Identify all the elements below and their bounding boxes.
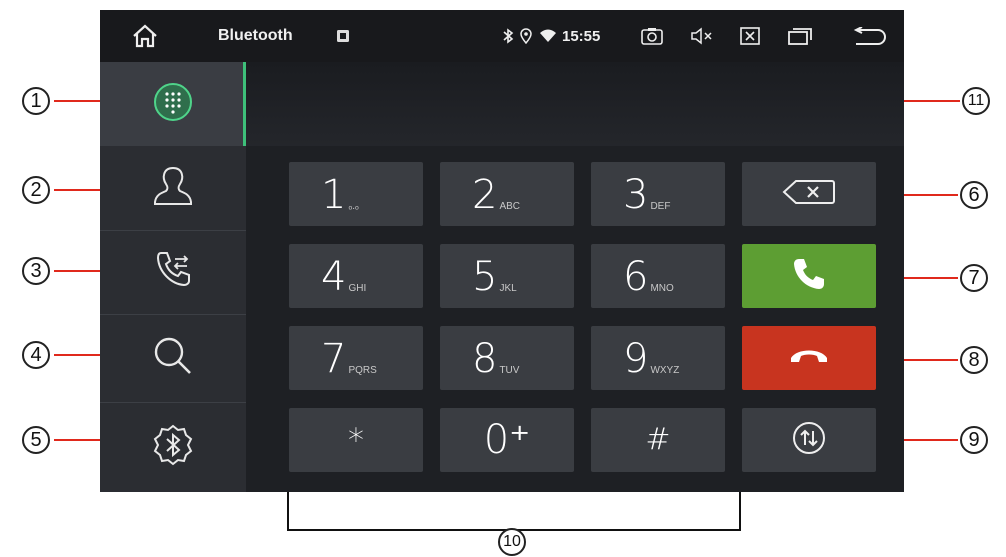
search-icon bbox=[152, 335, 194, 382]
key-2[interactable]: 2 ABC bbox=[440, 162, 574, 226]
backspace-icon bbox=[782, 179, 836, 210]
callout-4: 4 bbox=[22, 341, 50, 369]
hangup-button[interactable] bbox=[742, 326, 876, 390]
key-hash[interactable]: # bbox=[591, 408, 725, 472]
key-5[interactable]: 5 JKL bbox=[440, 244, 574, 308]
key-star[interactable]: * bbox=[289, 408, 423, 472]
dialpad-icon bbox=[153, 82, 193, 127]
callout-11: 11 bbox=[962, 87, 990, 115]
sidebar-item-search[interactable] bbox=[100, 314, 246, 402]
callout-9: 9 bbox=[960, 426, 988, 454]
wifi-icon bbox=[540, 10, 556, 62]
key-0[interactable]: 0⁺ bbox=[440, 408, 574, 472]
callout-7: 7 bbox=[960, 264, 988, 292]
home-icon[interactable] bbox=[132, 10, 158, 62]
sidebar-item-contacts[interactable] bbox=[100, 146, 246, 230]
number-display bbox=[246, 62, 904, 146]
clock-time: 15:55 bbox=[562, 27, 601, 45]
back-icon[interactable] bbox=[852, 10, 886, 62]
call-button[interactable] bbox=[742, 244, 876, 308]
key-7[interactable]: 7 PQRS bbox=[289, 326, 423, 390]
notification-icon bbox=[336, 10, 350, 62]
callout-3: 3 bbox=[22, 257, 50, 285]
key-1[interactable]: 1 ₒ.ₒ bbox=[289, 162, 423, 226]
key-8[interactable]: 8 TUV bbox=[440, 326, 574, 390]
backspace-button[interactable] bbox=[742, 162, 876, 226]
callout-10: 10 bbox=[498, 528, 526, 556]
close-app-icon[interactable] bbox=[740, 10, 760, 62]
bluetooth-settings-icon bbox=[151, 423, 195, 472]
transfer-audio-button[interactable] bbox=[742, 408, 876, 472]
hangup-icon bbox=[789, 346, 829, 371]
location-icon bbox=[520, 10, 532, 62]
callout-5: 5 bbox=[22, 426, 50, 454]
call-icon bbox=[792, 257, 826, 296]
key-6[interactable]: 6 MNO bbox=[591, 244, 725, 308]
transfer-audio-icon bbox=[792, 421, 826, 460]
contacts-icon bbox=[152, 164, 194, 213]
callout-1: 1 bbox=[22, 87, 50, 115]
bluetooth-icon bbox=[502, 10, 514, 62]
key-9[interactable]: 9 WXYZ bbox=[591, 326, 725, 390]
sidebar-item-dialpad[interactable] bbox=[100, 62, 246, 146]
voicemail-label: ₒ.ₒ bbox=[348, 201, 359, 212]
head-unit-screen: Bluetooth 15:55 1 ₒ.ₒ 2 ABC 3 DEF 4 GHI … bbox=[100, 10, 904, 492]
mute-icon[interactable] bbox=[690, 10, 714, 62]
call-log-icon bbox=[153, 249, 193, 296]
sidebar-item-call-log[interactable] bbox=[100, 230, 246, 314]
sidebar-item-bluetooth-settings[interactable] bbox=[100, 402, 246, 492]
key-3[interactable]: 3 DEF bbox=[591, 162, 725, 226]
sidebar bbox=[100, 62, 246, 492]
callout-2: 2 bbox=[22, 176, 50, 204]
app-title: Bluetooth bbox=[218, 27, 293, 44]
recent-apps-icon[interactable] bbox=[788, 10, 812, 62]
status-bar: Bluetooth 15:55 bbox=[100, 10, 904, 62]
key-4[interactable]: 4 GHI bbox=[289, 244, 423, 308]
callout-8: 8 bbox=[960, 346, 988, 374]
screenshot-icon[interactable] bbox=[641, 10, 663, 62]
callout-6: 6 bbox=[960, 181, 988, 209]
